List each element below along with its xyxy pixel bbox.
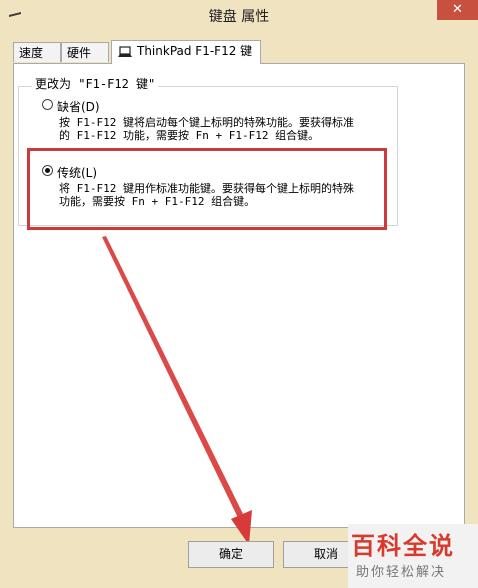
ok-button[interactable]: 确定 — [188, 541, 274, 568]
tab-hardware[interactable]: 硬件 — [61, 42, 109, 62]
title-bar: 键盘 属性 ✕ — [0, 0, 478, 30]
tab-label: 速度 — [19, 46, 44, 60]
tab-speed[interactable]: 速度 — [13, 42, 61, 62]
tab-label: 硬件 — [67, 46, 92, 60]
watermark-title: 百科全说 — [351, 532, 455, 560]
close-button[interactable]: ✕ — [437, 0, 478, 20]
tab-label: ThinkPad F1-F12 键 — [137, 44, 253, 58]
laptop-icon — [118, 46, 132, 57]
watermark-subtitle: 助你轻松解决 — [356, 565, 447, 580]
tab-strip: 速度 硬件 ThinkPad F1-F12 键 — [13, 40, 473, 64]
radio-default-label: 缺省(D) — [57, 100, 100, 114]
window-title: 键盘 属性 — [208, 9, 270, 25]
keyboard-properties-window: 键盘 属性 ✕ 速度 硬件 ThinkPad F1-F12 键 更改为 "F1-… — [0, 0, 478, 588]
watermark-logo: 百科全说 助你轻松解决 — [348, 524, 478, 588]
groupbox-title: 更改为 "F1-F12 键" — [32, 75, 159, 92]
tab-thinkpad-f1-f12[interactable]: ThinkPad F1-F12 键 — [111, 40, 261, 64]
annotation-highlight-box — [27, 148, 387, 230]
radio-default-button[interactable] — [42, 99, 53, 110]
radio-default-description-line2: 的 F1-F12 功能，需要按 Fn + F1-F12 组合键。 — [59, 129, 320, 142]
radio-default-description-line1: 按 F1-F12 键将启动每个键上标明的特殊功能。要获得标准 — [59, 116, 354, 129]
